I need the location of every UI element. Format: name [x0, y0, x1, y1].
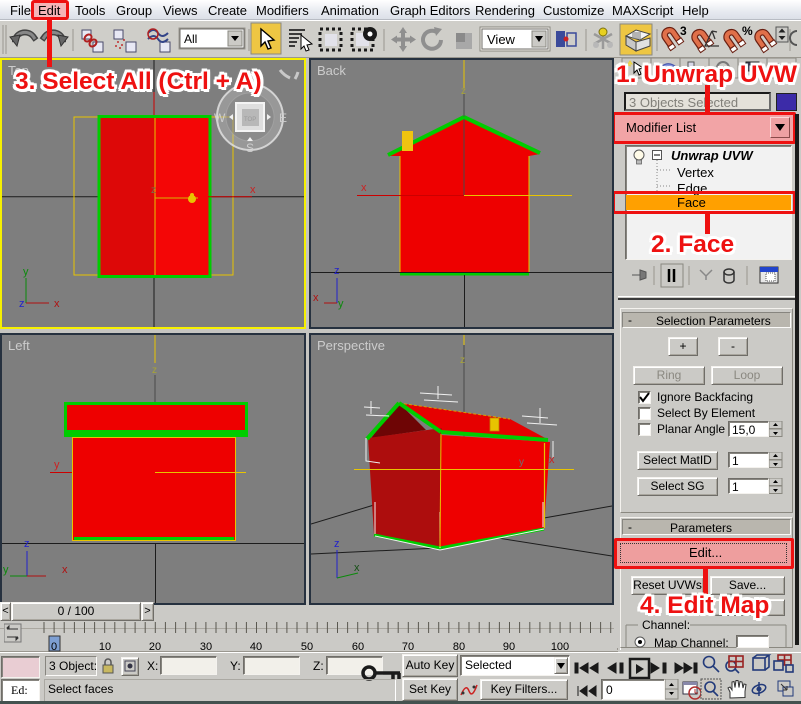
svg-text:z: z [460, 355, 465, 366]
svg-text:View: View [487, 32, 516, 47]
svg-text:y: y [3, 564, 9, 576]
svg-text:10: 10 [99, 641, 111, 652]
svg-text:W: W [214, 111, 226, 125]
svg-text:%: % [742, 24, 753, 38]
svg-text:y: y [519, 457, 524, 468]
svg-text:90: 90 [503, 641, 515, 652]
svg-text:z: z [334, 538, 340, 550]
svg-text:y: y [23, 266, 29, 278]
svg-text:z: z [24, 538, 30, 550]
svg-text:x: x [354, 562, 360, 574]
svg-text:x: x [250, 184, 256, 196]
svg-text:80: 80 [453, 641, 465, 652]
svg-text:S: S [246, 141, 254, 155]
svg-text:z: z [151, 185, 156, 196]
svg-text:60: 60 [352, 641, 364, 652]
svg-text:50: 50 [301, 641, 313, 652]
svg-text:40: 40 [250, 641, 262, 652]
svg-text:z: z [19, 298, 25, 310]
svg-text:70: 70 [402, 641, 414, 652]
svg-text:E: E [279, 111, 287, 125]
svg-text:z: z [334, 265, 340, 277]
svg-text:x: x [62, 564, 68, 576]
svg-text:x: x [54, 298, 60, 310]
svg-text:100: 100 [551, 641, 569, 652]
svg-text:0: 0 [51, 641, 57, 652]
svg-text:z: z [152, 365, 157, 376]
svg-text:30: 30 [200, 641, 212, 652]
svg-text:y: y [338, 298, 344, 310]
svg-text:x: x [361, 182, 367, 194]
svg-text:y: y [54, 459, 60, 471]
svg-text:20: 20 [149, 641, 161, 652]
svg-text:x: x [549, 454, 555, 466]
svg-text:All: All [184, 32, 197, 46]
svg-text:TOP: TOP [244, 117, 256, 123]
svg-text:3: 3 [680, 24, 687, 38]
svg-text:x: x [313, 292, 319, 304]
